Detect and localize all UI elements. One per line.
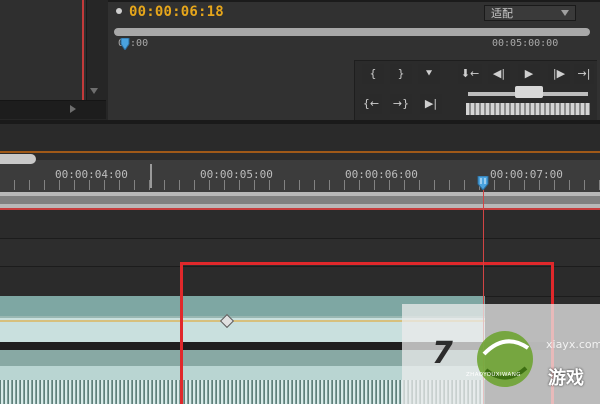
ruler-label: 00:00:06:00 (345, 168, 418, 181)
play-in-to-out-icon: ▶| (424, 97, 438, 110)
watermark-subtitle: ZHAOYOUXIWANG (466, 372, 521, 378)
watermark-digit: 7 (432, 336, 453, 371)
watermark-site: xiayx.com (546, 338, 600, 351)
step-forward-icon: |▶ (552, 67, 566, 80)
monitor-marker-icon (116, 8, 122, 14)
mark-in-button[interactable]: { (362, 64, 384, 84)
scroll-right-arrow-icon[interactable] (70, 105, 76, 113)
work-area-bar[interactable] (0, 154, 36, 164)
play-icon: ▶ (524, 67, 534, 80)
play-button[interactable]: ▶ (518, 64, 540, 84)
zoom-fit-dropdown[interactable]: 适配 (484, 5, 576, 21)
go-to-previous-marker-button[interactable]: ⬇← (458, 64, 482, 84)
add-marker-icon: ⯆ (424, 67, 434, 80)
ruler-label: 00:00:04:00 (55, 168, 128, 181)
monitor-time-track[interactable] (114, 28, 590, 36)
mark-in-label: { (369, 67, 377, 80)
go-to-next-marker-button[interactable]: →| (574, 64, 594, 84)
mark-out-button[interactable]: } (390, 64, 412, 84)
horizontal-scrollbar[interactable] (0, 100, 106, 119)
go-to-in-icon: {← (362, 97, 380, 110)
step-forward-button[interactable]: |▶ (548, 64, 570, 84)
playhead-timecode[interactable]: 00:00:06:18 (129, 4, 224, 20)
go-to-out-button[interactable]: →} (390, 94, 412, 114)
go-to-in-button[interactable]: {← (360, 94, 382, 114)
monitor-playhead-icon[interactable] (120, 38, 130, 50)
scroll-down-arrow-icon[interactable] (90, 88, 98, 94)
add-marker-button[interactable]: ⯆ (418, 64, 440, 84)
zoom-fit-label: 适配 (491, 7, 513, 20)
chevron-down-icon (561, 10, 569, 16)
monitor-border (108, 0, 600, 2)
previous-marker-icon: ⬇← (460, 67, 480, 80)
ruler-ticks (0, 180, 600, 190)
track-divider (0, 238, 600, 239)
ruler-label: 00:00:07:00 (490, 168, 563, 181)
play-in-to-out-button[interactable]: ▶| (420, 94, 442, 114)
jog-slider-knob[interactable] (515, 86, 543, 98)
watermark-youxi: 游戏 (548, 368, 584, 389)
ruler-label: 00:00:05:00 (200, 168, 273, 181)
mark-out-label: } (397, 67, 405, 80)
video-track[interactable] (0, 210, 600, 238)
monitor-ruler-mid: 00:05:00:00 (492, 38, 559, 49)
step-back-button[interactable]: ◀| (488, 64, 510, 84)
go-to-out-icon: →} (392, 97, 410, 110)
panel-playhead-line (82, 0, 84, 100)
shuttle-control[interactable] (466, 103, 590, 115)
next-marker-icon: →| (577, 67, 591, 80)
step-back-icon: ◀| (492, 67, 506, 80)
timeline-playhead-icon[interactable] (476, 176, 490, 190)
panel-area (0, 124, 600, 151)
watermark-logo-icon (477, 331, 533, 387)
timeline-zoom-bar-fill (0, 196, 600, 204)
